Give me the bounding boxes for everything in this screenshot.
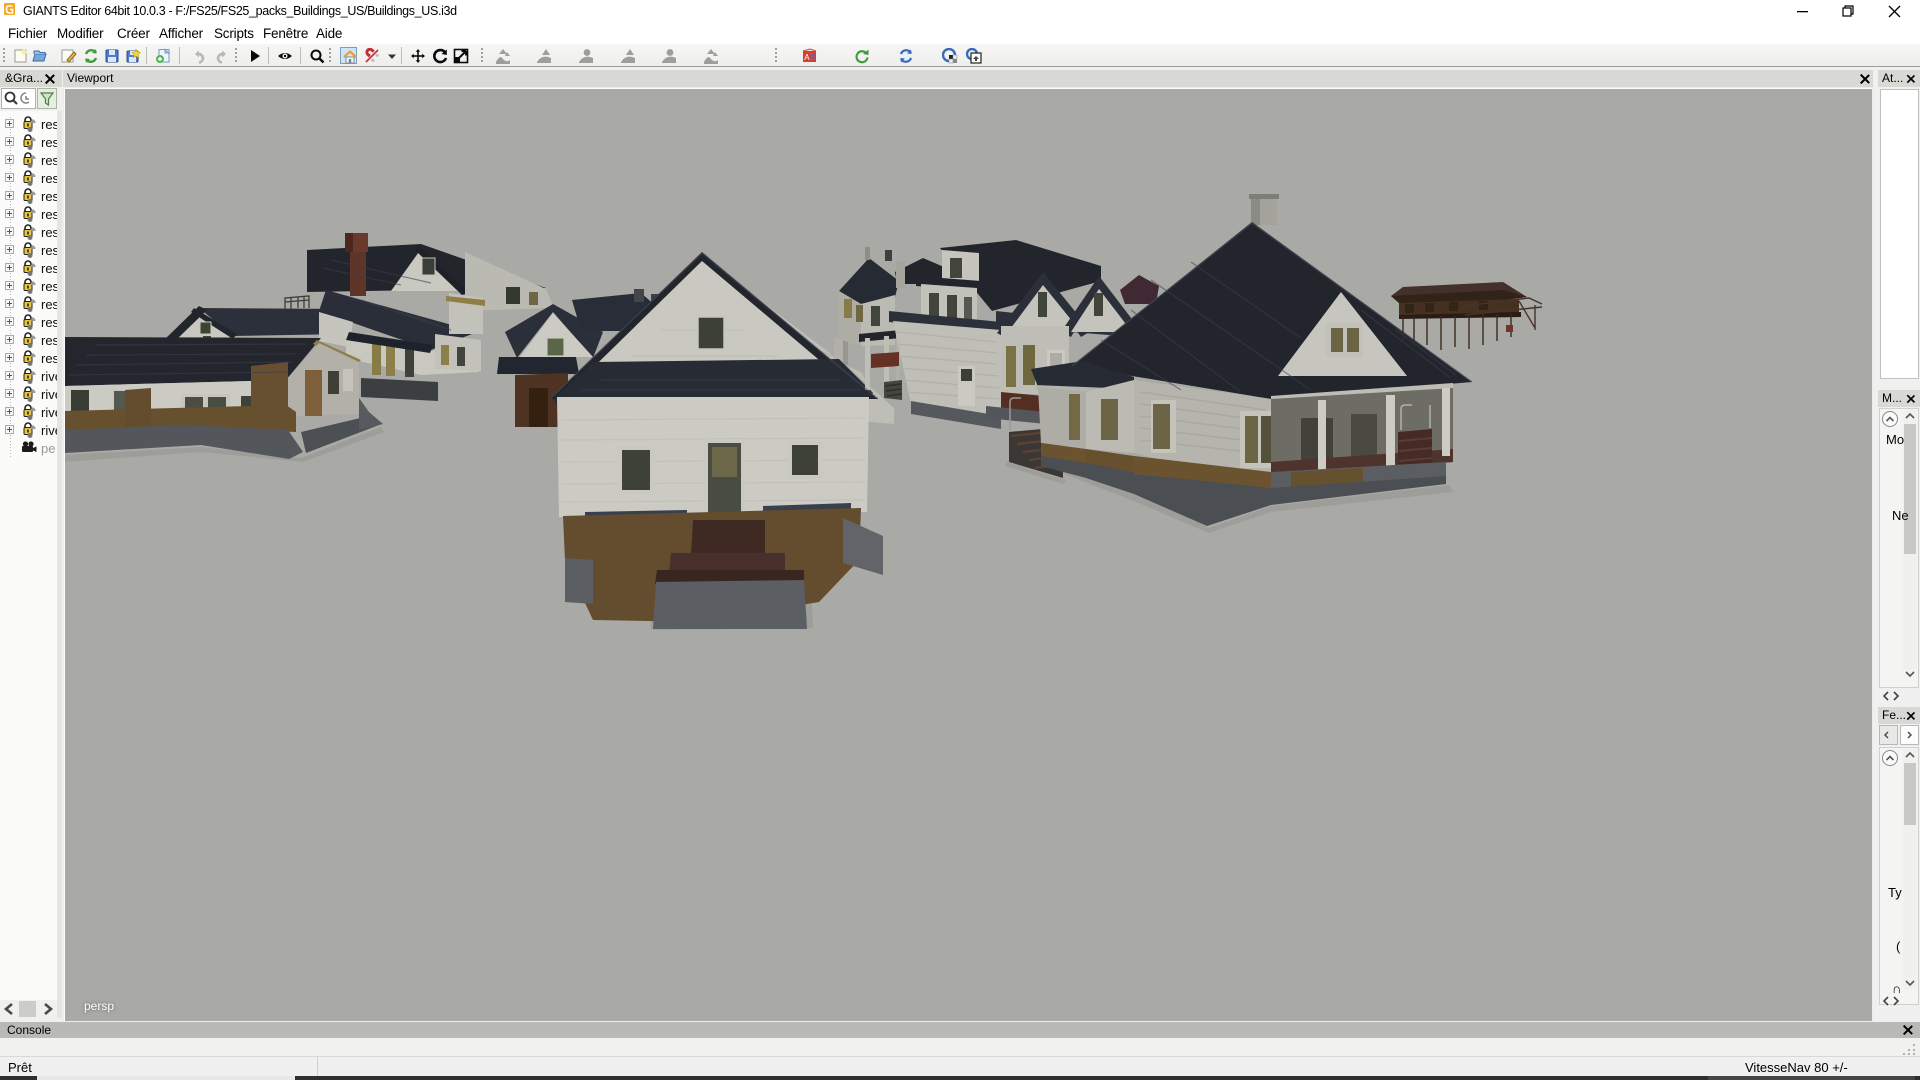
svg-text:B: B bbox=[810, 53, 815, 62]
